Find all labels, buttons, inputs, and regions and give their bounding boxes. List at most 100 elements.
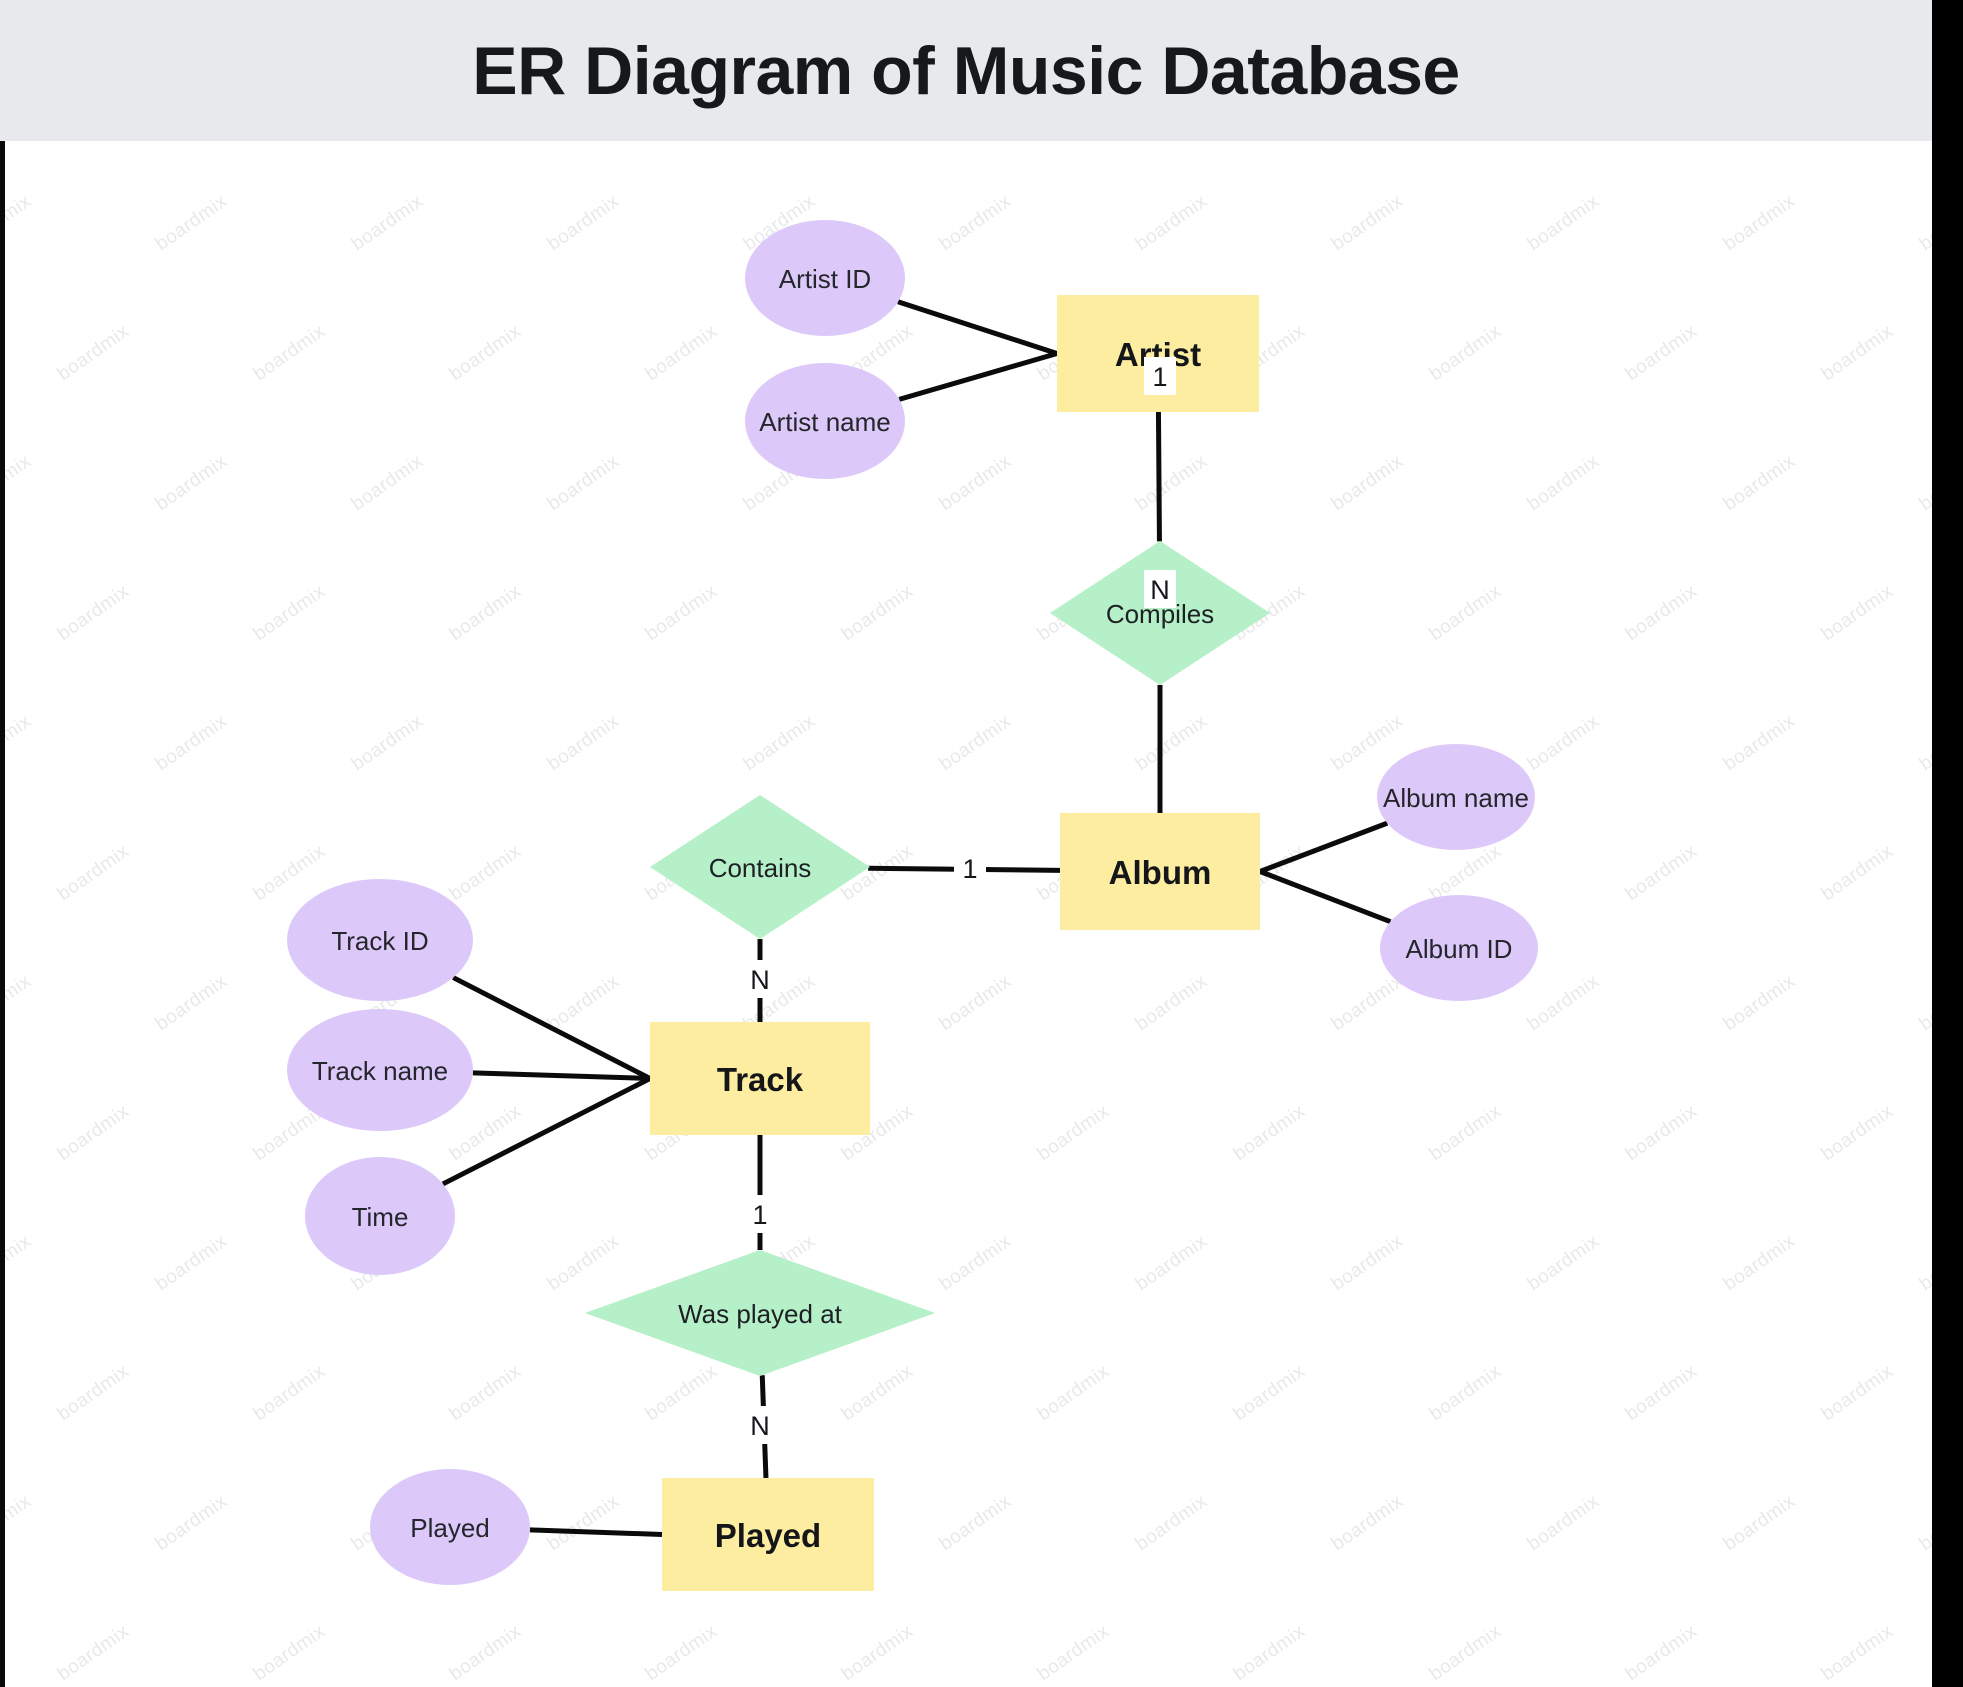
watermark-text: boardmix [1818, 321, 1897, 385]
watermark-text: boardmix [838, 581, 917, 645]
entity-label: Played [715, 1517, 821, 1554]
watermark-text: boardmix [1524, 971, 1603, 1035]
watermark-text: boardmix [54, 321, 133, 385]
cardinality-card-artist-compiles: 1 [1144, 357, 1176, 395]
watermark-text: boardmix [544, 451, 623, 515]
watermark-text: boardmix [1426, 1361, 1505, 1425]
entity-track[interactable]: Track [650, 1022, 870, 1135]
watermark-text: boardmix [544, 971, 623, 1035]
entity-label: Track [717, 1061, 804, 1098]
relationship-was-played-at[interactable]: Was played at [585, 1250, 935, 1376]
watermark-text: boardmix [152, 451, 231, 515]
relationship-label: Contains [709, 853, 812, 883]
watermark-text: boardmix [1034, 1361, 1113, 1425]
attribute-artist-id[interactable]: Artist ID [745, 220, 905, 336]
attribute-label: Artist name [759, 407, 891, 437]
watermark-text: boardmix [1818, 1361, 1897, 1425]
watermark-text: boardmix [642, 321, 721, 385]
watermark-text: boardmix [1818, 841, 1897, 905]
attribute-label: Track name [312, 1056, 448, 1086]
watermark-text: boardmix [5, 1491, 35, 1555]
diagram-canvas[interactable]: boardmix boardmix boardmix boardmix boardmix… [0, 141, 1932, 1687]
attribute-label: Played [410, 1513, 490, 1543]
watermark-text: boardmix [936, 191, 1015, 255]
watermark-text: boardmix [250, 321, 329, 385]
cardinality-label: N [750, 1411, 770, 1441]
attribute-time[interactable]: Time [305, 1157, 455, 1275]
watermark-text: boardmix [54, 1101, 133, 1165]
cardinality-label: N [750, 965, 770, 995]
watermark-text: boardmix [5, 711, 35, 775]
watermark-text: boardmix [544, 1491, 623, 1555]
watermark-text: boardmix [1426, 1101, 1505, 1165]
entity-played[interactable]: Played [662, 1478, 874, 1591]
edge-rel-compiles-artist [1155, 411, 1162, 542]
watermark-text: boardmix [152, 1491, 231, 1555]
watermark-text: boardmix [838, 1621, 917, 1685]
watermark-text: boardmix [152, 711, 231, 775]
relationship-label: Was played at [678, 1299, 843, 1329]
watermark-text: boardmix [348, 451, 427, 515]
watermark-text: boardmix [1426, 581, 1505, 645]
relationship-compiles[interactable]: Compiles [1050, 541, 1270, 685]
watermark-text: boardmix [152, 1231, 231, 1295]
watermark-text: boardmix [54, 1361, 133, 1425]
watermark-text: boardmix [1328, 971, 1407, 1035]
page-title: ER Diagram of Music Database [472, 32, 1460, 109]
watermark-text: boardmix [1524, 711, 1603, 775]
watermark-text: boardmix [544, 711, 623, 775]
watermark-text: boardmix [838, 1361, 917, 1425]
er-diagram-page: ER Diagram of Music Database boardmix boa… [0, 0, 1963, 1687]
watermark-text: boardmix [54, 581, 133, 645]
watermark-text: boardmix [936, 1231, 1015, 1295]
watermark-text: boardmix [1524, 1491, 1603, 1555]
watermark-text: boardmix [1720, 971, 1799, 1035]
watermark-text: boardmix [1034, 1101, 1113, 1165]
watermark-text: boardmix [1132, 971, 1211, 1035]
watermark-text: boardmix [1622, 1101, 1701, 1165]
cardinality-card-compiles-album: N [1144, 570, 1176, 608]
watermark-text: boardmix [5, 451, 35, 515]
watermark-text: boardmix [250, 1361, 329, 1425]
edge-attr-artist-id [897, 299, 1058, 356]
attribute-album-id[interactable]: Album ID [1380, 895, 1538, 1001]
watermark-text: boardmix [642, 581, 721, 645]
watermark-text: boardmix [544, 191, 623, 255]
watermark-text: boardmix [250, 581, 329, 645]
watermark-text: boardmix [1818, 1101, 1897, 1165]
watermark-text: boardmix [1916, 711, 1932, 775]
attribute-artist-name[interactable]: Artist name [745, 363, 905, 479]
cardinality-card-contains-album: 1 [954, 849, 986, 887]
watermark-text: boardmix [348, 711, 427, 775]
edge-attr-album-name [1259, 820, 1389, 874]
watermark-text: boardmix [1230, 1101, 1309, 1165]
watermark-text: boardmix [642, 1361, 721, 1425]
entity-album[interactable]: Album [1060, 813, 1260, 930]
watermark-text: boardmix [1818, 1621, 1897, 1685]
watermark-text: boardmix [1622, 1361, 1701, 1425]
attribute-track-id[interactable]: Track ID [287, 879, 473, 1001]
watermark-text: boardmix [446, 1361, 525, 1425]
watermark-text: boardmix [1720, 1231, 1799, 1295]
attribute-track-name[interactable]: Track name [287, 1009, 473, 1131]
edge-attr-track-id [452, 975, 652, 1081]
edge-attr-artist-name [898, 351, 1058, 402]
relationship-contains[interactable]: Contains [650, 795, 870, 939]
watermark-text: boardmix [1720, 1491, 1799, 1555]
watermark-text: boardmix [1524, 191, 1603, 255]
watermark-text: boardmix [1426, 321, 1505, 385]
attribute-album-name[interactable]: Album name [1377, 744, 1535, 850]
entity-label: Album [1109, 854, 1212, 891]
attribute-label: Time [352, 1202, 409, 1232]
watermark-text: boardmix [1622, 321, 1701, 385]
watermark-text: boardmix [1426, 1621, 1505, 1685]
watermark-text: boardmix [1916, 1231, 1932, 1295]
cardinality-label: 1 [752, 1200, 767, 1230]
attribute-played-attr[interactable]: Played [370, 1469, 530, 1585]
watermark-text: boardmix [446, 1621, 525, 1685]
watermark-layer: boardmix boardmix boardmix boardmix boardmix… [5, 191, 1932, 1685]
watermark-text: boardmix [1328, 1491, 1407, 1555]
watermark-text: boardmix [446, 841, 525, 905]
attribute-label: Track ID [331, 926, 428, 956]
watermark-text: boardmix [936, 971, 1015, 1035]
